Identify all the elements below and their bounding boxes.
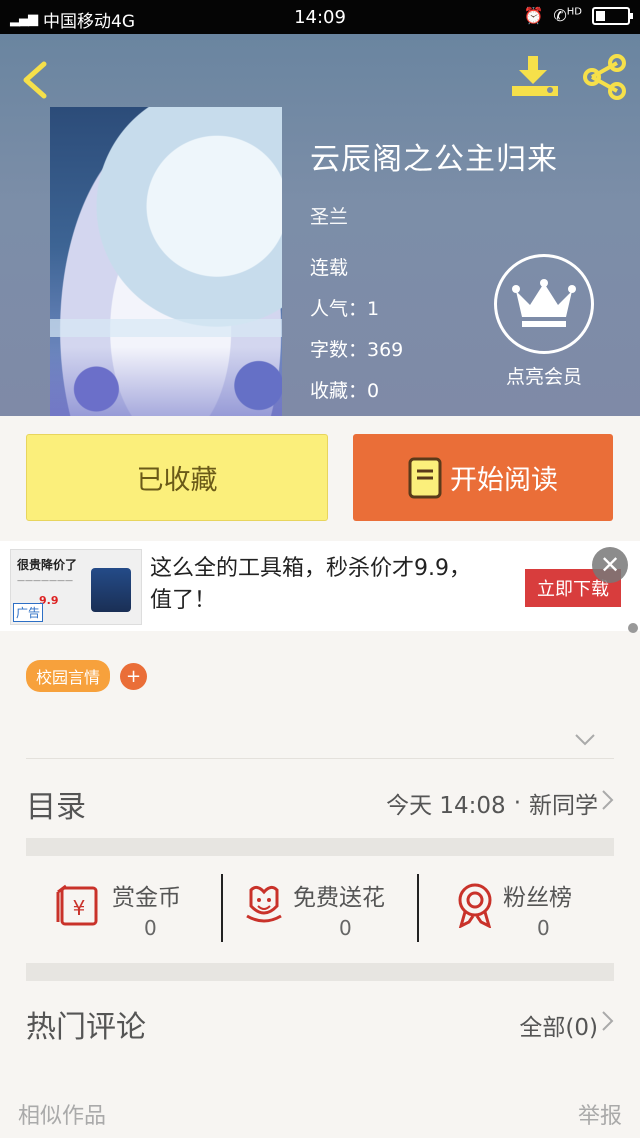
chevron-down-icon[interactable] bbox=[574, 732, 596, 748]
reward-label: 赏金币 bbox=[112, 885, 181, 911]
download-icon[interactable] bbox=[510, 54, 560, 100]
ad-thumb-title: 很贵降价了 bbox=[17, 558, 78, 572]
ad-thumb-subtitle: ——————— bbox=[17, 576, 73, 585]
book-header: 云辰阁之公主归来 圣兰 连载 人气：1 字数：369 收藏：0 点亮会员 bbox=[0, 34, 640, 417]
header-actions bbox=[510, 54, 628, 100]
similar-works-title: 相似作品 bbox=[18, 1104, 107, 1129]
book-cover-image[interactable] bbox=[50, 107, 282, 417]
favorited-label: 已收藏 bbox=[136, 465, 218, 496]
reward-coins[interactable]: ¥ 赏金币 0 bbox=[26, 872, 221, 944]
battery-icon bbox=[592, 6, 633, 25]
flower-value: 0 bbox=[339, 916, 352, 940]
start-reading-button[interactable]: 开始阅读 bbox=[353, 434, 613, 521]
catalog-update-time: 今天 14:08 bbox=[386, 793, 506, 819]
ad-close-icon[interactable]: ✕ bbox=[592, 547, 628, 583]
tag-list: 校园言情 + bbox=[26, 660, 148, 692]
fans-ranking[interactable]: 粉丝榜 0 bbox=[419, 872, 614, 944]
add-tag-button[interactable]: + bbox=[120, 662, 148, 690]
divider bbox=[26, 758, 614, 759]
flower-icon bbox=[246, 885, 282, 923]
start-reading-label: 开始阅读 bbox=[450, 465, 558, 496]
catalog-title[interactable]: 目录 bbox=[26, 782, 86, 826]
tag-item[interactable]: 校园言情 bbox=[26, 660, 111, 692]
ad-banner[interactable]: 很贵降价了 ——————— 9.9 广告 这么全的工具箱，秒杀价才9.9，值了！… bbox=[0, 541, 640, 633]
chevron-right-icon[interactable] bbox=[600, 1010, 614, 1032]
all-comments-link[interactable]: 全部(0) bbox=[519, 1008, 598, 1042]
chevron-right-icon[interactable] bbox=[600, 789, 614, 811]
report-link[interactable]: 举报 bbox=[578, 1098, 622, 1130]
share-icon[interactable] bbox=[582, 54, 628, 100]
hot-comments-title: 热门评论 bbox=[26, 1010, 146, 1045]
reward-value: 0 bbox=[144, 916, 157, 940]
drill-image bbox=[91, 568, 131, 612]
free-flower[interactable]: 免费送花 0 bbox=[223, 872, 417, 944]
catalog-latest[interactable]: 今天 14:08 · 新同学 bbox=[386, 786, 598, 820]
section-band bbox=[26, 838, 614, 856]
crown-icon bbox=[494, 254, 594, 354]
call-hd-icon: ✆HD bbox=[553, 6, 582, 25]
fans-label: 粉丝榜 bbox=[503, 885, 572, 911]
fans-value: 0 bbox=[537, 916, 550, 940]
svg-text:¥: ¥ bbox=[73, 896, 86, 920]
section-band bbox=[26, 963, 614, 981]
catalog-separator: · bbox=[513, 790, 521, 816]
ad-text: 这么全的工具箱，秒杀价才9.9，值了！ bbox=[150, 556, 471, 613]
ribbon-badge-icon bbox=[458, 883, 492, 928]
alarm-icon: ⏰ bbox=[523, 6, 544, 25]
action-bar: 已收藏 开始阅读 bbox=[0, 416, 640, 540]
back-icon[interactable] bbox=[18, 58, 54, 102]
ad-thumbnail: 很贵降价了 ——————— 9.9 广告 bbox=[10, 549, 142, 625]
ad-info-icon[interactable] bbox=[628, 623, 638, 633]
book-icon bbox=[408, 457, 442, 498]
status-right: ⏰ ✆HD bbox=[523, 6, 633, 25]
flower-label: 免费送花 bbox=[293, 885, 385, 911]
cover-balcony bbox=[50, 319, 282, 337]
red-envelope-icon: ¥ bbox=[56, 884, 98, 926]
status-bar: ▂▄▆ 中国移动4G 14:09 ⏰ ✆HD bbox=[0, 0, 640, 34]
book-author[interactable]: 圣兰 bbox=[310, 202, 558, 229]
ad-tag: 广告 bbox=[13, 603, 44, 622]
interaction-stats: ¥ 赏金币 0 免费送花 0 粉丝榜 0 bbox=[26, 872, 614, 944]
all-comments-label: 全部(0) bbox=[519, 1015, 598, 1041]
book-title: 云辰阁之公主归来 bbox=[310, 142, 558, 177]
cover-flowers bbox=[50, 347, 282, 417]
vip-button[interactable]: 点亮会员 bbox=[494, 254, 594, 389]
favorited-button[interactable]: 已收藏 bbox=[26, 434, 328, 521]
vip-label: 点亮会员 bbox=[505, 366, 582, 388]
catalog-latest-chapter: 新同学 bbox=[529, 793, 598, 819]
